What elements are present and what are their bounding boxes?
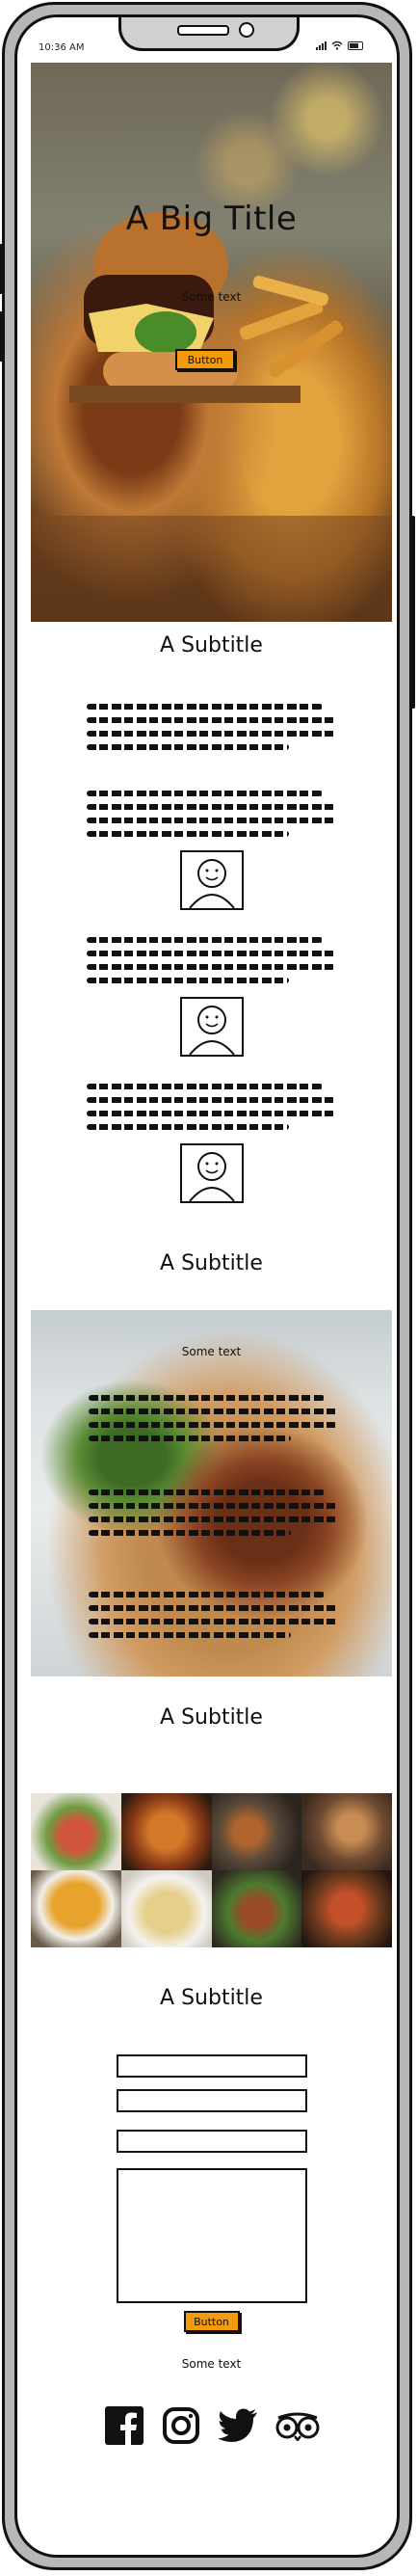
instagram-icon[interactable] xyxy=(162,2406,200,2445)
smiley-icon xyxy=(188,859,235,909)
page-content: A Big Title Some text Button A Subtitle xyxy=(31,63,392,2446)
photo-gallery xyxy=(31,1793,392,1947)
section-two-subtitle: A Subtitle xyxy=(160,1251,263,1275)
phone-screen: 10:36 AM A Big Title Some text Button A … xyxy=(14,14,400,2558)
signal-icon xyxy=(316,40,327,50)
wifi-icon xyxy=(331,40,343,50)
tripadvisor-icon[interactable] xyxy=(275,2410,320,2441)
volume-up-button xyxy=(0,244,4,294)
speaker xyxy=(177,25,229,36)
message-textarea[interactable] xyxy=(116,2168,307,2303)
placeholder-paragraph xyxy=(86,1084,337,1130)
social-links xyxy=(31,2405,392,2446)
gallery-photo[interactable] xyxy=(31,1793,121,1870)
notch xyxy=(118,17,300,51)
hero-text: Some text xyxy=(181,290,242,304)
hero-button[interactable]: Button xyxy=(175,349,235,370)
feature-text: Some text xyxy=(181,1345,242,1358)
section-one-subtitle: A Subtitle xyxy=(160,633,263,657)
subject-field[interactable] xyxy=(116,2130,307,2153)
status-icons xyxy=(316,40,363,50)
camera xyxy=(239,22,254,38)
placeholder-paragraph xyxy=(86,937,337,983)
smiley-icon xyxy=(188,1152,235,1202)
email-field[interactable] xyxy=(116,2089,307,2112)
section-three-subtitle: A Subtitle xyxy=(160,1705,263,1730)
gallery-photo[interactable] xyxy=(301,1870,392,1947)
submit-button[interactable]: Button xyxy=(183,2311,240,2332)
gallery-photo[interactable] xyxy=(120,1870,212,1947)
battery-icon xyxy=(348,40,363,50)
smiley-icon xyxy=(188,1006,235,1056)
gallery-photo[interactable] xyxy=(211,1870,302,1947)
placeholder-paragraph xyxy=(89,1584,339,1646)
footer-text: Some text xyxy=(181,2357,242,2371)
name-field[interactable] xyxy=(116,2054,307,2078)
facebook-icon[interactable] xyxy=(104,2405,144,2446)
gallery-photo[interactable] xyxy=(120,1793,212,1870)
phone-frame: 10:36 AM A Big Title Some text Button A … xyxy=(0,2,415,2570)
hero-title: A Big Title xyxy=(125,200,298,238)
avatar-placeholder xyxy=(179,997,244,1057)
placeholder-paragraph xyxy=(89,1387,339,1449)
placeholder-paragraph xyxy=(89,1482,339,1543)
status-time: 10:36 AM xyxy=(39,42,85,53)
placeholder-paragraph xyxy=(86,791,337,837)
gallery-photo[interactable] xyxy=(301,1793,392,1870)
placeholder-paragraph xyxy=(86,704,337,750)
twitter-icon[interactable] xyxy=(217,2408,258,2443)
hero-section: A Big Title Some text Button xyxy=(31,63,392,622)
power-button xyxy=(410,516,415,709)
volume-down-button xyxy=(0,311,4,362)
avatar-placeholder xyxy=(179,850,244,910)
burger-photo xyxy=(31,212,392,622)
contact-subtitle: A Subtitle xyxy=(160,1986,263,2010)
avatar-placeholder xyxy=(179,1143,244,1203)
feature-section: Some text xyxy=(31,1310,392,1677)
gallery-photo[interactable] xyxy=(211,1793,302,1870)
gallery-photo[interactable] xyxy=(31,1870,121,1947)
